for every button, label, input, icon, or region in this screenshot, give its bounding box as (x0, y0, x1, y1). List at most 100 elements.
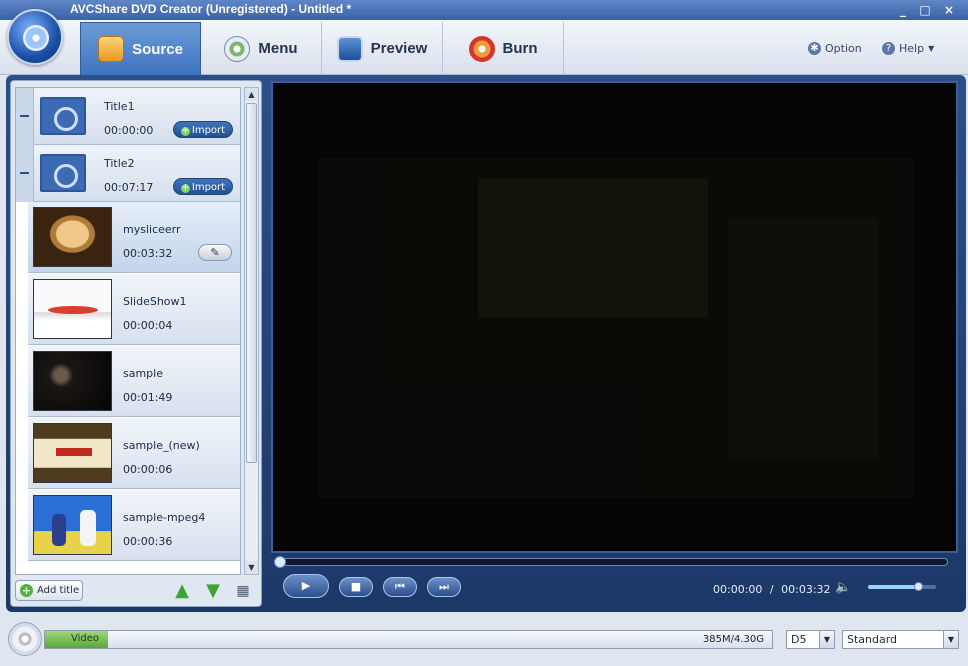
clip-duration: 00:00:04 (123, 319, 173, 332)
clip-thumbnail (33, 279, 112, 339)
option-label: Option (825, 42, 862, 55)
title-name: Title2 (104, 157, 135, 170)
clip-duration: 00:00:36 (123, 535, 173, 548)
current-time: 00:00:00 (713, 583, 763, 596)
help-label: Help (899, 42, 925, 55)
tab-preview[interactable]: Preview (322, 22, 443, 75)
previous-button[interactable]: ⏮ (383, 577, 417, 597)
clip-thumbnail (33, 495, 112, 555)
maximize-button[interactable]: □ (918, 3, 932, 17)
disc-type-value: D5 (791, 633, 807, 646)
clip-row[interactable]: mysliceerr 00:03:32 ✎ (28, 202, 240, 273)
title-row[interactable]: Title1 00:00:00 + Import (16, 88, 240, 145)
clip-duration: 00:01:49 (123, 391, 173, 404)
tab-source[interactable]: Source (80, 22, 201, 75)
tab-menu[interactable]: Menu (201, 22, 322, 75)
collapse-icon[interactable] (16, 145, 34, 202)
option-button[interactable]: ✱ Option (808, 42, 862, 55)
clip-thumbnail (33, 423, 112, 483)
capacity-label: Video (71, 633, 100, 644)
clip-thumbnail (33, 351, 112, 411)
import-button[interactable]: + Import (173, 178, 233, 195)
import-label: Import (191, 125, 226, 136)
gear-icon: ✱ (808, 42, 821, 55)
title-bar: AVCShare DVD Creator (Unregistered) - Un… (0, 0, 968, 20)
edit-clip-button[interactable]: ✎ (198, 244, 232, 261)
title-duration: 00:00:00 (104, 124, 154, 137)
total-time: 00:03:32 (781, 583, 831, 596)
add-title-label: Add title (37, 585, 80, 596)
download-arrow-icon (98, 36, 125, 62)
title-name: Title1 (104, 100, 135, 113)
seek-knob[interactable] (274, 556, 286, 568)
plus-icon: + (180, 183, 190, 193)
video-preview (271, 81, 958, 553)
arrow-up-icon: ▲ (175, 580, 189, 601)
clip-row[interactable]: sample_(new) 00:00:06 (28, 418, 240, 489)
title-list[interactable]: Title1 00:00:00 + Import Title2 00:07:17 … (15, 87, 241, 575)
volume-knob[interactable] (914, 582, 923, 591)
close-button[interactable]: × (942, 3, 956, 17)
clip-name: sample-mpeg4 (123, 511, 206, 524)
clip-row[interactable]: sample 00:01:49 (28, 346, 240, 417)
scroll-down-icon[interactable]: ▼ (245, 561, 258, 574)
chevron-down-icon: ▼ (928, 44, 935, 53)
tab-menu-label: Menu (258, 40, 298, 57)
scroll-thumb[interactable] (246, 103, 257, 463)
help-button[interactable]: ? Help ▼ (882, 42, 934, 55)
clip-name: sample (123, 367, 163, 380)
delete-button[interactable]: ▦ (234, 582, 252, 600)
next-button[interactable]: ⏭ (427, 577, 461, 597)
volume-fill (868, 585, 919, 589)
monitor-icon (336, 35, 363, 62)
capacity-bar: Video 385M/4.30G (44, 630, 773, 649)
time-separator: / (769, 583, 774, 596)
add-title-button[interactable]: + Add title (15, 580, 83, 601)
logo-disc-icon (23, 25, 49, 51)
time-display: 00:00:00 / 00:03:32 (713, 583, 831, 596)
previous-icon: ⏮ (395, 580, 405, 593)
window-title: AVCShare DVD Creator (Unregistered) - Un… (70, 2, 352, 16)
move-down-button[interactable]: ▼ (204, 582, 222, 600)
title-duration: 00:07:17 (104, 181, 154, 194)
play-icon: ▶ (301, 579, 311, 592)
volume-slider[interactable] (868, 582, 936, 591)
film-icon (40, 97, 86, 135)
collapse-icon[interactable] (16, 88, 34, 145)
next-icon: ⏭ (439, 580, 449, 593)
video-frame (318, 158, 914, 498)
disc-icon (224, 35, 251, 62)
scroll-up-icon[interactable]: ▲ (245, 88, 258, 101)
import-label: Import (191, 182, 226, 193)
speaker-icon[interactable]: 🔈 (835, 580, 851, 595)
tab-source-label: Source (132, 40, 183, 58)
burn-disc-icon (468, 35, 495, 62)
delete-icon: ▦ (236, 583, 250, 599)
stop-button[interactable]: ■ (339, 577, 373, 597)
capacity-text: 385M/4.30G (702, 634, 764, 645)
quality-select[interactable]: Standard ▼ (842, 630, 959, 649)
clip-row[interactable]: SlideShow1 00:00:04 (28, 274, 240, 345)
pencil-icon: ✎ (210, 246, 220, 259)
seek-bar[interactable] (274, 556, 948, 568)
plus-icon: + (180, 126, 190, 136)
frame-region (728, 218, 878, 458)
clip-duration: 00:03:32 (123, 247, 173, 260)
title-row[interactable]: Title2 00:07:17 + Import (16, 145, 240, 202)
clip-name: mysliceerr (123, 223, 181, 236)
move-up-button[interactable]: ▲ (173, 582, 191, 600)
tab-burn[interactable]: Burn (443, 22, 564, 75)
quality-value: Standard (847, 633, 898, 646)
clip-name: SlideShow1 (123, 295, 187, 308)
minimize-button[interactable]: _ (896, 3, 910, 17)
disc-type-select[interactable]: D5 ▼ (786, 630, 835, 649)
tab-burn-label: Burn (502, 40, 538, 57)
chevron-down-icon: ▼ (819, 631, 834, 648)
arrow-down-icon: ▼ (206, 580, 220, 601)
clip-row[interactable]: sample-mpeg4 00:00:36 (28, 490, 240, 561)
play-button[interactable]: ▶ (283, 574, 329, 598)
film-icon (40, 154, 86, 192)
app-logo (7, 9, 63, 65)
import-button[interactable]: + Import (173, 121, 233, 138)
list-scrollbar[interactable]: ▲ ▼ (244, 87, 259, 575)
